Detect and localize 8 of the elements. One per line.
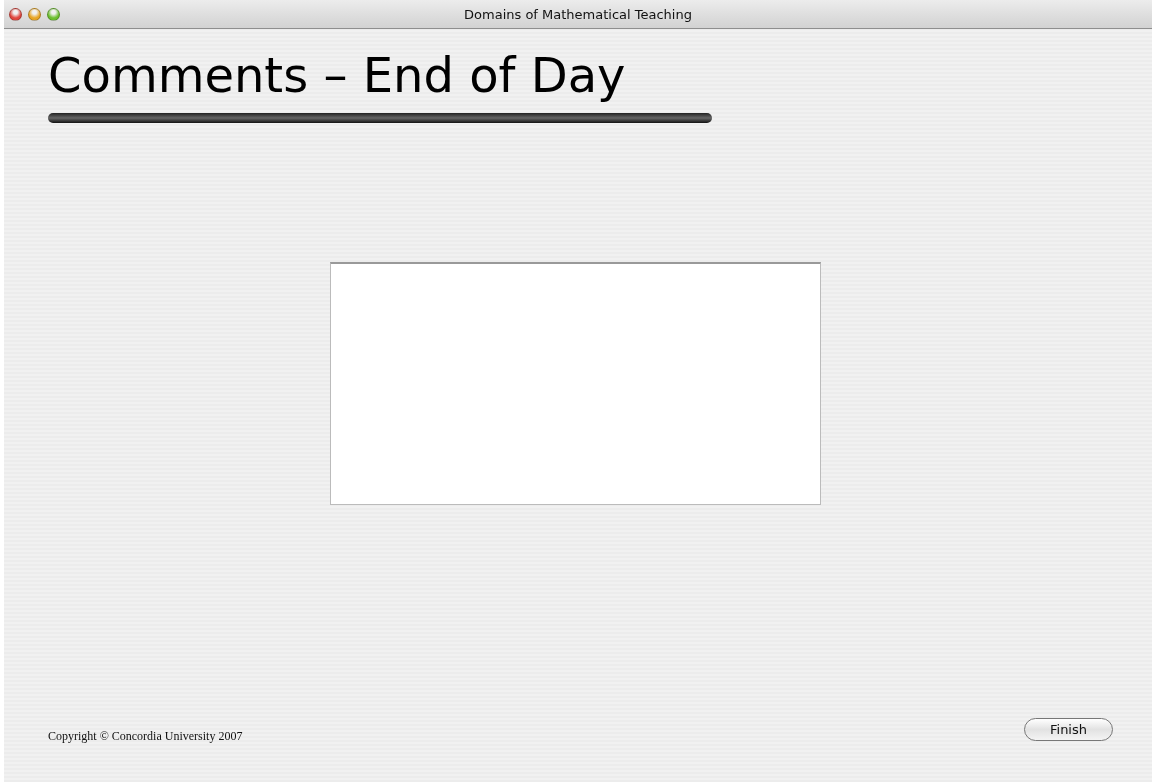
minimize-button[interactable] <box>28 7 41 21</box>
window-title: Domains of Mathematical Teaching <box>463 6 693 22</box>
comments-field[interactable] <box>329 262 821 505</box>
page-heading: Comments – End of Day <box>48 47 627 103</box>
finish-button[interactable]: Finish <box>1024 718 1113 741</box>
close-button[interactable] <box>9 7 22 21</box>
zoom-button[interactable] <box>47 7 60 21</box>
copyright-text: Copyright © Concordia University 2007 <box>48 729 243 744</box>
